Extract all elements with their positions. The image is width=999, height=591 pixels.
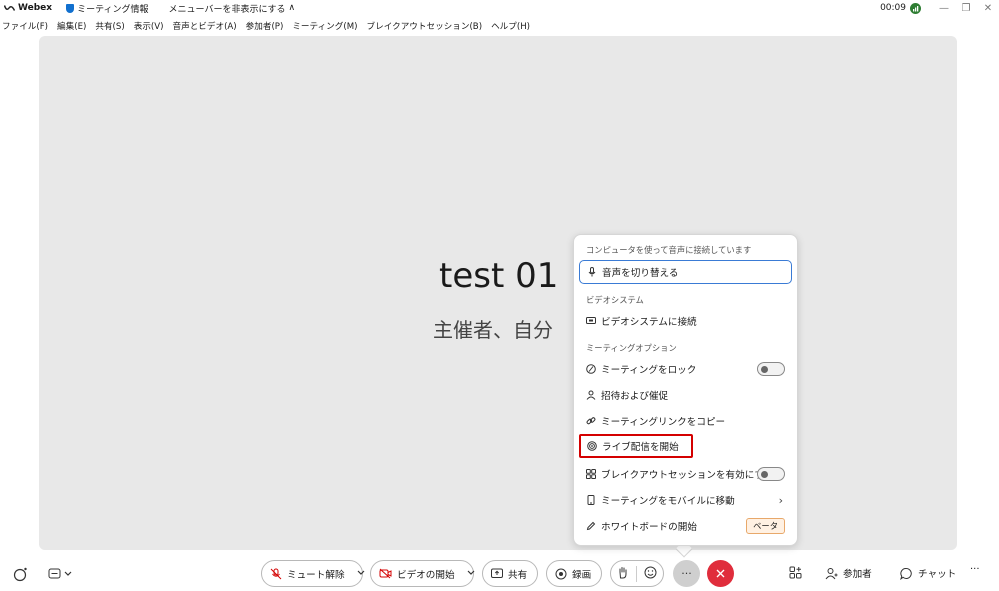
connect-video-system-item[interactable]: ビデオシステムに接続 — [586, 311, 785, 331]
more-options-button[interactable]: ··· — [673, 560, 700, 587]
title-bar: Webex ミーティング情報 メニューバーを非表示にする ∧ 00:09 — ❐… — [0, 0, 999, 16]
record-label: 録画 — [572, 569, 592, 581]
lock-meeting-label: ミーティングをロック — [601, 365, 697, 376]
breakout-grid-icon — [586, 469, 596, 479]
microphone-icon — [587, 267, 597, 277]
start-whiteboard-label: ホワイトボードの開始 — [601, 522, 697, 533]
divider — [636, 565, 637, 582]
copy-meeting-link-label: ミーティングリンクをコピー — [601, 417, 726, 428]
apps-icon — [789, 566, 802, 579]
network-signal-icon — [910, 2, 921, 14]
raise-hand-icon[interactable] — [617, 566, 629, 582]
meeting-info-label: ミーティング情報 — [77, 4, 149, 15]
hide-menubar-button[interactable]: メニューバーを非表示にする ∧ — [169, 2, 296, 15]
shield-icon — [66, 3, 75, 13]
share-button[interactable]: 共有 — [482, 560, 538, 587]
menu-bar: ファイル(F) 編集(E) 共有(S) 表示(V) 音声とビデオ(A) 参加者(… — [0, 17, 537, 34]
switch-audio-label: 音声を切り替える — [602, 268, 679, 279]
enable-breakout-label: ブレイクアウトセッションを有効にする — [601, 470, 774, 481]
start-video-label: ビデオの開始 — [397, 569, 455, 581]
menu-breakout[interactable]: ブレイクアウトセッション(B) — [367, 20, 483, 32]
mobile-device-icon — [586, 495, 596, 505]
lock-icon — [586, 364, 596, 374]
restore-button[interactable]: ❐ — [955, 0, 977, 16]
captions-button[interactable] — [43, 560, 79, 587]
menu-share[interactable]: 共有(S) — [95, 20, 124, 32]
host-label: 主催者、自分 — [433, 318, 553, 342]
menu-participants[interactable]: 参加者(P) — [246, 20, 284, 32]
chat-button[interactable]: チャット — [900, 566, 956, 580]
menu-meeting[interactable]: ミーティング(M) — [292, 20, 357, 32]
share-label: 共有 — [508, 569, 528, 581]
bottom-toolbar: ミュート解除 ビデオの開始 共有 録画 ··· 参加者 チャット ··· — [0, 555, 999, 591]
unmute-button[interactable]: ミュート解除 — [261, 560, 365, 587]
participants-icon — [825, 567, 838, 580]
meeting-info-button[interactable]: ミーティング情報 — [66, 2, 149, 15]
move-to-mobile-label: ミーティングをモバイルに移動 — [601, 496, 735, 507]
video-options-chevron-icon[interactable] — [467, 568, 475, 579]
pencil-icon — [586, 521, 596, 531]
live-stream-icon — [587, 441, 597, 451]
share-screen-icon — [491, 568, 503, 579]
invite-remind-label: 招待および催促 — [601, 391, 669, 402]
unmute-label: ミュート解除 — [287, 569, 345, 581]
start-whiteboard-item[interactable]: ホワイトボードの開始 ベータ — [586, 516, 785, 536]
chevron-right-icon: › — [778, 493, 783, 507]
overflow-menu-button[interactable]: ··· — [970, 564, 980, 575]
minimize-button[interactable]: — — [933, 0, 955, 16]
captions-icon — [48, 568, 72, 578]
menu-edit[interactable]: 編集(E) — [57, 20, 86, 32]
microphone-muted-icon — [270, 568, 282, 580]
menu-help[interactable]: ヘルプ(H) — [491, 20, 530, 32]
audio-section-label: コンピュータを使って音声に接続しています — [586, 245, 752, 255]
end-meeting-button[interactable] — [707, 560, 734, 587]
video-section-label: ビデオシステム — [586, 295, 644, 305]
participants-button[interactable]: 参加者 — [825, 566, 872, 580]
enable-breakout-toggle[interactable] — [757, 467, 785, 481]
emoji-reaction-icon[interactable] — [644, 566, 657, 582]
video-system-icon — [586, 316, 596, 326]
status-circle-icon[interactable] — [6, 560, 33, 587]
invite-remind-item[interactable]: 招待および催促 — [586, 385, 785, 405]
link-icon — [586, 416, 596, 426]
hide-menubar-label: メニューバーを非表示にする — [168, 4, 286, 15]
more-options-menu: コンピュータを使って音声に接続しています 音声を切り替える ビデオシステム ビデ… — [573, 234, 798, 546]
webex-logo: Webex — [4, 3, 52, 13]
reactions-group — [610, 560, 664, 587]
close-window-button[interactable]: ✕ — [977, 0, 999, 16]
chevron-up-icon: ∧ — [288, 3, 296, 13]
chat-label: チャット — [918, 569, 957, 580]
video-off-icon — [379, 568, 392, 579]
lock-meeting-toggle[interactable] — [757, 362, 785, 376]
close-icon — [716, 569, 725, 578]
lock-meeting-item[interactable]: ミーティングをロック — [586, 359, 785, 379]
audio-options-chevron-icon[interactable] — [357, 568, 365, 579]
start-video-button[interactable]: ビデオの開始 — [370, 560, 474, 587]
beta-badge: ベータ — [746, 518, 785, 534]
menu-file[interactable]: ファイル(F) — [2, 20, 48, 32]
menu-audio-video[interactable]: 音声とビデオ(A) — [173, 20, 237, 32]
apps-button[interactable] — [789, 566, 802, 579]
chat-icon — [900, 567, 913, 580]
meeting-stage: test 01 主催者、自分 — [39, 36, 957, 550]
start-live-stream-label: ライブ配信を開始 — [602, 442, 679, 453]
webex-logo-icon — [4, 5, 15, 11]
meeting-title: test 01 — [439, 256, 559, 296]
record-icon — [555, 568, 567, 580]
enable-breakout-item[interactable]: ブレイクアウトセッションを有効にする — [586, 464, 785, 484]
participants-label: 参加者 — [843, 569, 872, 580]
move-to-mobile-item[interactable]: ミーティングをモバイルに移動 › — [586, 490, 785, 510]
meeting-options-section-label: ミーティングオプション — [586, 343, 677, 353]
record-button[interactable]: 録画 — [546, 560, 602, 587]
connect-video-system-label: ビデオシステムに接続 — [601, 317, 697, 328]
menu-view[interactable]: 表示(V) — [134, 20, 164, 32]
person-invite-icon — [586, 390, 596, 400]
switch-audio-item[interactable]: 音声を切り替える — [579, 260, 792, 284]
copy-meeting-link-item[interactable]: ミーティングリンクをコピー — [586, 411, 785, 431]
meeting-timer: 00:09 — [880, 3, 906, 13]
app-name: Webex — [18, 3, 53, 13]
start-live-stream-item[interactable]: ライブ配信を開始 — [579, 434, 693, 458]
